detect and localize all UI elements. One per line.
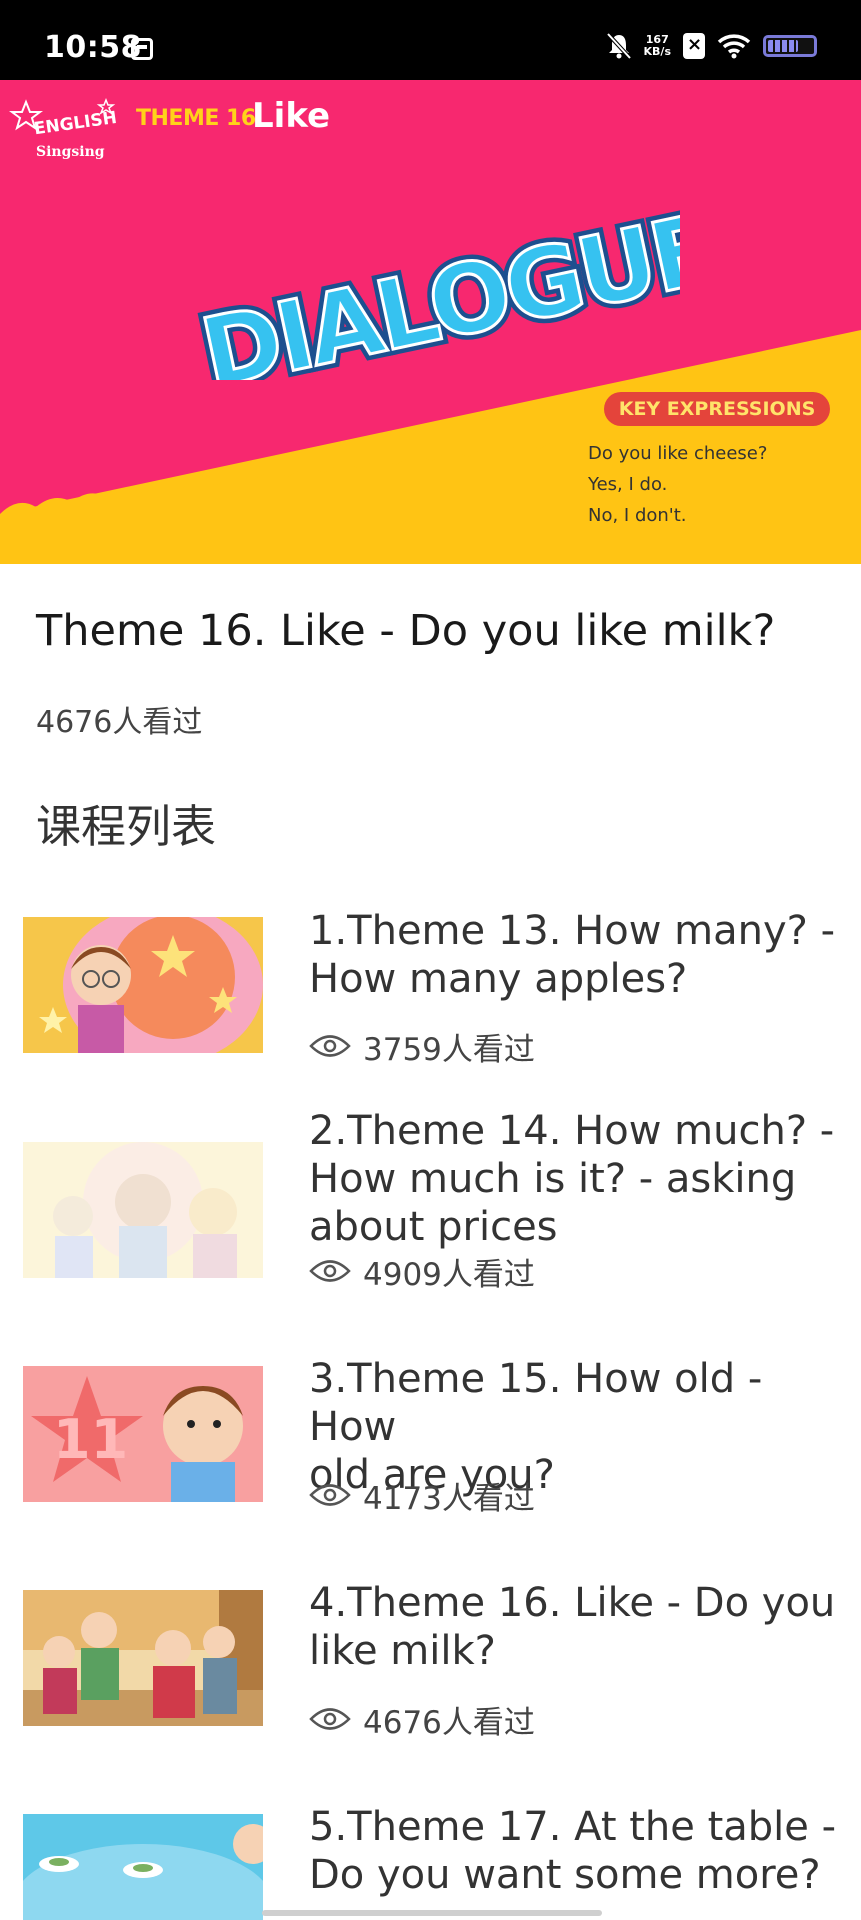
- english-singsing-logo: ENGLISH Singsing: [9, 97, 118, 160]
- course-title: 4.Theme 16. Like - Do you like milk?: [309, 1579, 849, 1675]
- eye-icon: [309, 1260, 351, 1282]
- course-thumbnail: [23, 1590, 263, 1726]
- eye-icon: [309, 1484, 351, 1506]
- course-title-line: How many apples?: [309, 956, 688, 1002]
- course-list-heading: 课程列表: [36, 800, 217, 853]
- course-thumbnail: [23, 917, 263, 1053]
- course-item[interactable]: 1.Theme 13. How many? - How many apples?…: [0, 895, 861, 1119]
- course-views: 4173人看过: [309, 1475, 535, 1517]
- course-thumbnail: 11: [23, 1366, 263, 1502]
- svg-text:DIALOGUE: DIALOGUE: [192, 193, 680, 380]
- course-thumbnail: [23, 1142, 263, 1278]
- course-views: 4909人看过: [309, 1251, 535, 1293]
- course-title-line: 3.Theme 15. How old - How: [309, 1356, 763, 1450]
- sim-icon: [683, 33, 705, 59]
- course-view-count: 4173人看过: [363, 1480, 535, 1517]
- status-icons: 167 KB/s: [606, 28, 817, 64]
- video-cover[interactable]: ENGLISH Singsing THEME 16 Like DIALOGUE …: [0, 80, 861, 564]
- course-title-line: 4.Theme 16. Like - Do you: [309, 1580, 836, 1626]
- video-title: Theme 16. Like - Do you like milk?: [36, 606, 776, 656]
- dialogue-headline: DIALOGUE DIALOGUE: [186, 190, 680, 380]
- course-title-line: like milk?: [309, 1628, 496, 1674]
- course-title-line: Do you want some more?: [309, 1852, 821, 1898]
- course-item[interactable]: 2.Theme 14. How much? - How much is it? …: [0, 1095, 861, 1319]
- key-line: Do you like cheese?: [588, 443, 768, 464]
- course-view-count: 4909人看过: [363, 1256, 535, 1293]
- key-expressions-badge: KEY EXPRESSIONS: [604, 392, 830, 426]
- eye-icon: [309, 1708, 351, 1730]
- logo-text-singsing: Singsing: [36, 144, 105, 160]
- course-title-line: 5.Theme 17. At the table -: [309, 1804, 837, 1850]
- eye-icon: [309, 1035, 351, 1057]
- course-views: 4676人看过: [309, 1699, 535, 1741]
- course-title-line: 1.Theme 13. How many? -: [309, 908, 836, 954]
- svg-text:11: 11: [53, 1408, 128, 1471]
- video-view-count: 4676人看过: [36, 705, 203, 740]
- theme-word: Like: [252, 96, 331, 136]
- course-item[interactable]: 5.Theme 17. At the table - Do you want s…: [0, 1791, 861, 1920]
- battery-icon: [763, 35, 817, 57]
- wifi-icon: [717, 34, 751, 59]
- status-time: 10:58: [44, 30, 142, 65]
- theme-badge: THEME 16: [136, 106, 256, 131]
- course-title-line: 2.Theme 14. How much? -: [309, 1108, 835, 1154]
- key-line: Yes, I do.: [588, 474, 668, 495]
- notification-icon: [131, 38, 153, 60]
- course-item[interactable]: 4.Theme 16. Like - Do you like milk? 467…: [0, 1567, 861, 1791]
- course-thumbnail: [23, 1814, 263, 1920]
- status-bar: 10:58 167 KB/s: [0, 0, 861, 80]
- course-title: 1.Theme 13. How many? - How many apples?: [309, 907, 849, 1003]
- key-expressions-list: Do you like cheese? Yes, I do. No, I don…: [588, 438, 767, 531]
- course-item[interactable]: 11 3.Theme 15. How old - How old are you…: [0, 1343, 861, 1567]
- course-title-line: about prices: [309, 1204, 558, 1250]
- course-view-count: 4676人看过: [363, 1704, 535, 1741]
- home-indicator[interactable]: [262, 1910, 602, 1916]
- course-title-line: How much is it? - asking: [309, 1156, 797, 1202]
- course-title: 5.Theme 17. At the table - Do you want s…: [309, 1803, 849, 1899]
- course-views: 3759人看过: [309, 1026, 535, 1068]
- course-view-count: 3759人看过: [363, 1031, 535, 1068]
- logo-text-english: ENGLISH: [33, 108, 118, 139]
- key-line: No, I don't.: [588, 505, 687, 526]
- network-speed-unit: KB/s: [643, 45, 671, 58]
- network-speed: 167 KB/s: [644, 34, 671, 58]
- course-title: 2.Theme 14. How much? - How much is it? …: [309, 1107, 849, 1251]
- mute-icon: [606, 32, 631, 60]
